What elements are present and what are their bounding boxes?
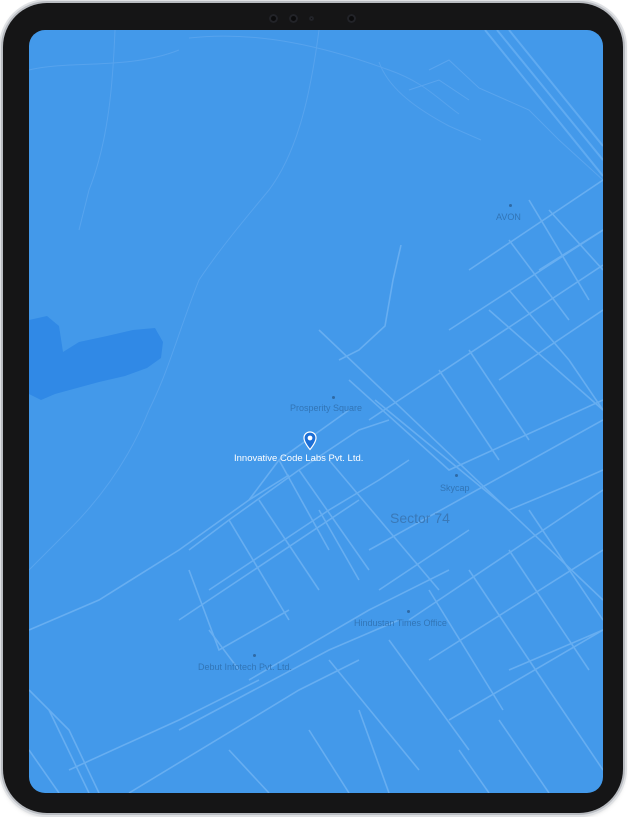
volume-button bbox=[623, 62, 626, 102]
tablet-device-frame: AVON Prosperity Square Innovative Code L… bbox=[3, 3, 623, 813]
poi-dot bbox=[509, 204, 512, 207]
area-label-sector-74: Sector 74 bbox=[390, 510, 450, 526]
selected-place-label[interactable]: Innovative Code Labs Pvt. Ltd. bbox=[234, 453, 363, 464]
sensor-dot bbox=[289, 14, 298, 23]
sensor-dot bbox=[269, 14, 278, 23]
poi-label-skycap[interactable]: Skycap bbox=[440, 483, 470, 493]
camera-bar bbox=[265, 11, 369, 25]
poi-label-avon[interactable]: AVON bbox=[496, 212, 521, 222]
power-button bbox=[623, 110, 626, 150]
poi-label-hindustan-times-office[interactable]: Hindustan Times Office bbox=[354, 618, 447, 628]
poi-dot bbox=[253, 654, 256, 657]
poi-label-prosperity-square[interactable]: Prosperity Square bbox=[290, 403, 362, 413]
poi-dot bbox=[407, 610, 410, 613]
sensor-dot bbox=[309, 16, 314, 21]
water-body bbox=[29, 316, 163, 400]
map-view[interactable]: AVON Prosperity Square Innovative Code L… bbox=[29, 30, 603, 793]
location-pin-icon[interactable] bbox=[303, 431, 317, 451]
front-camera bbox=[347, 14, 356, 23]
poi-dot bbox=[332, 396, 335, 399]
poi-dot bbox=[455, 474, 458, 477]
poi-label-debut-infotech[interactable]: Debut Infotech Pvt. Ltd. bbox=[198, 662, 292, 672]
